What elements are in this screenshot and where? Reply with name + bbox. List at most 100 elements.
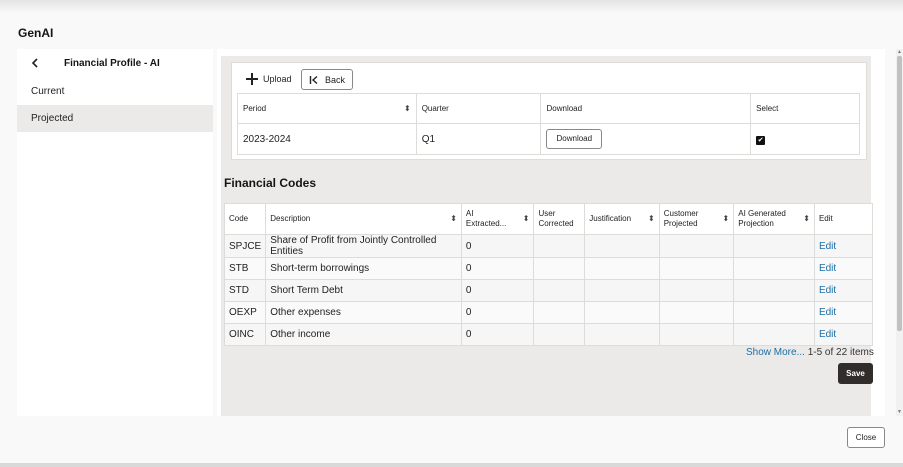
cell-edit: Edit (813, 234, 874, 258)
plus-icon (246, 73, 258, 85)
cell-justification (584, 257, 660, 280)
scroll-down-icon[interactable]: ▼ (896, 409, 903, 416)
sort-icon[interactable]: ⬍ (803, 214, 810, 224)
cell-select: ✔ (750, 123, 860, 155)
cell-user-corrected (533, 234, 586, 258)
scrollbar-thumb[interactable] (897, 56, 902, 331)
financial-codes-table: Code Description ⬍ AI Extracted... ⬍ User … (223, 203, 874, 346)
upload-label: Upload (263, 74, 292, 84)
table-row: OEXP Other expenses 0 Edit (223, 301, 874, 324)
edit-link[interactable]: Edit (819, 241, 836, 252)
cell-quarter: Q1 (415, 123, 542, 155)
cell-code: STD (223, 279, 267, 302)
sort-icon[interactable]: ⬍ (404, 104, 411, 113)
back-to-start-icon (309, 75, 318, 84)
cell-justification (584, 301, 660, 324)
cell-edit: Edit (813, 301, 874, 324)
cell-description: Share of Profit from Jointly Controlled … (265, 234, 462, 258)
column-header-code: Code (223, 203, 267, 235)
cell-ai-generated-projection (733, 301, 815, 324)
column-header-ai-generated-projection[interactable]: AI Generated Projection ⬍ (733, 203, 815, 235)
cell-user-corrected (533, 323, 586, 346)
cell-justification (584, 234, 660, 258)
upload-button[interactable]: Upload (244, 69, 294, 89)
cell-period: 2023-2024 (237, 123, 417, 155)
cell-edit: Edit (813, 257, 874, 280)
sort-icon[interactable]: ⬍ (648, 214, 655, 224)
cell-description: Other income (265, 323, 462, 346)
cell-download: Download (540, 123, 752, 155)
column-header-description[interactable]: Description ⬍ (265, 203, 462, 235)
bottom-edge (0, 463, 903, 467)
dialog-top-edge (0, 0, 903, 13)
back-label: Back (324, 74, 345, 85)
column-header-select: Select (750, 93, 860, 124)
cell-customer-projected (658, 257, 735, 280)
edit-link[interactable]: Edit (819, 329, 836, 340)
cell-user-corrected (533, 257, 586, 280)
cell-code: SPJCE (223, 234, 267, 258)
left-panel-header: Financial Profile - AI (17, 49, 213, 77)
cell-ai-extracted: 0 (460, 257, 535, 280)
cell-ai-generated-projection (733, 323, 815, 346)
cell-justification (584, 323, 660, 346)
cell-customer-projected (658, 323, 735, 346)
cell-ai-extracted: 0 (460, 234, 535, 258)
column-header-customer-projected[interactable]: Customer Projected ⬍ (658, 203, 735, 235)
pagination-range: 1-5 of 22 items (807, 347, 874, 358)
dialog: GenAI Financial Profile - AI Current Pro… (0, 0, 903, 467)
save-button[interactable]: Save (838, 363, 873, 384)
pagination: Show More... 1-5 of 22 items (746, 347, 874, 358)
cell-description: Short-term borrowings (265, 257, 462, 280)
column-header-justification[interactable]: Justification ⬍ (584, 203, 660, 235)
cell-code: OINC (223, 323, 267, 346)
cell-customer-projected (658, 279, 735, 302)
table-row: STB Short-term borrowings 0 Edit (223, 257, 874, 280)
table-row: 2023-2024 Q1 Download ✔ (237, 123, 860, 155)
column-header-ai-extracted[interactable]: AI Extracted... ⬍ (460, 203, 535, 235)
nav-item-projected[interactable]: Projected (17, 105, 213, 132)
table-row: OINC Other income 0 Edit (223, 323, 874, 346)
table-row: STD Short Term Debt 0 Edit (223, 279, 874, 302)
edit-link[interactable]: Edit (819, 263, 836, 274)
financial-codes-title: Financial Codes (224, 176, 317, 190)
cell-customer-projected (658, 234, 735, 258)
cell-user-corrected (533, 279, 586, 302)
column-header-user-corrected: User Corrected (533, 203, 586, 235)
column-header-period[interactable]: Period ⬍ (237, 93, 417, 124)
cell-description: Short Term Debt (265, 279, 462, 302)
column-header-quarter: Quarter (415, 93, 542, 124)
sort-icon[interactable]: ⬍ (523, 214, 530, 224)
cell-customer-projected (658, 301, 735, 324)
edit-link[interactable]: Edit (819, 285, 836, 296)
cell-ai-extracted: 0 (460, 279, 535, 302)
cell-ai-extracted: 0 (460, 301, 535, 324)
column-header-edit: Edit (813, 203, 874, 235)
close-button[interactable]: Close (847, 427, 885, 448)
cell-ai-generated-projection (733, 234, 815, 258)
show-more-link[interactable]: Show More... (746, 347, 805, 358)
sort-icon[interactable]: ⬍ (723, 214, 730, 224)
column-header-download: Download (540, 93, 752, 124)
app-title: GenAI (18, 26, 54, 40)
left-panel-title: Financial Profile - AI (64, 58, 160, 69)
download-button[interactable]: Download (546, 129, 603, 149)
cell-edit: Edit (813, 279, 874, 302)
cell-ai-extracted: 0 (460, 323, 535, 346)
cell-ai-generated-projection (733, 279, 815, 302)
cell-code: OEXP (223, 301, 267, 324)
cell-user-corrected (533, 301, 586, 324)
left-panel: Financial Profile - AI Current Projected (17, 49, 213, 416)
nav-item-current[interactable]: Current (17, 78, 213, 105)
scroll-up-icon[interactable]: ▲ (896, 49, 903, 56)
cell-ai-generated-projection (733, 257, 815, 280)
edit-link[interactable]: Edit (819, 307, 836, 318)
cell-code: STB (223, 257, 267, 280)
period-table: Period ⬍ Quarter Download Select 2023-202… (237, 93, 860, 155)
cell-description: Other expenses (265, 301, 462, 324)
select-checkbox[interactable]: ✔ (756, 135, 766, 145)
chevron-left-icon[interactable] (28, 56, 42, 70)
table-row: SPJCE Share of Profit from Jointly Contr… (223, 234, 874, 258)
sort-icon[interactable]: ⬍ (450, 214, 457, 224)
back-button[interactable]: Back (301, 69, 353, 90)
